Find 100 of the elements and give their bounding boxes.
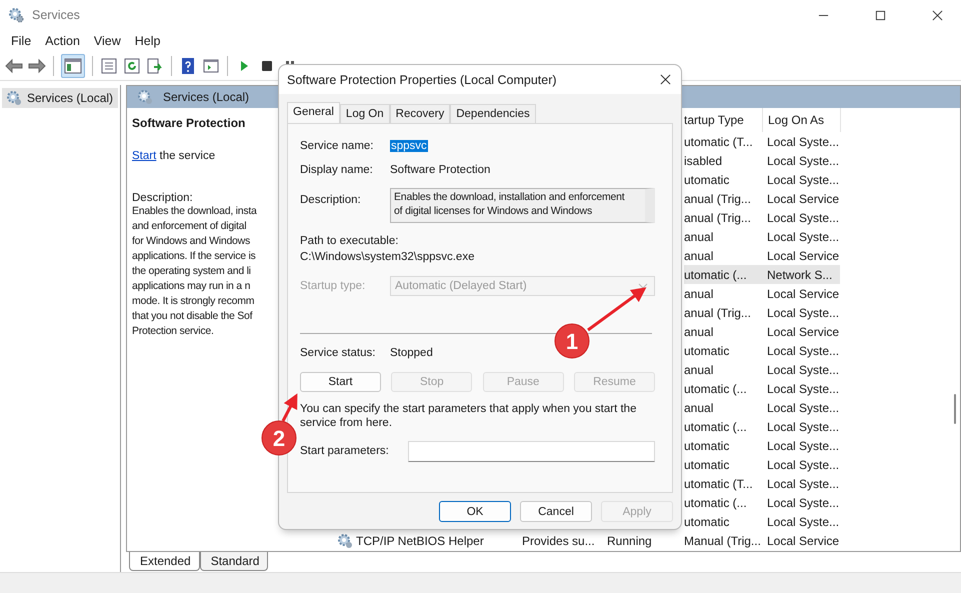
- description-box[interactable]: Enables the download, installation and enforcement of digital licenses for Windows and Windows: [390, 188, 655, 223]
- table-cell-text: Local Syste...: [766, 362, 840, 378]
- table-cell-text: anual (Trig...: [684, 304, 752, 322]
- table-cell-text: utomatic: [684, 438, 730, 454]
- table-cell-text: utomatic: [684, 514, 730, 530]
- field-label: Description:: [300, 194, 362, 206]
- console-tree-icon[interactable]: [61, 54, 85, 78]
- table-cell: Running: [607, 534, 652, 548]
- table-cell-text: Local Syste...: [766, 304, 840, 322]
- tree-item[interactable]: Services (Local): [2, 88, 118, 108]
- table-cell-text: Local Syste...: [766, 134, 840, 150]
- table-cell-text: utomatic (T...: [684, 476, 754, 492]
- dialog-tab[interactable]: Recovery: [390, 104, 450, 123]
- table-cell-text: utomatic (...: [684, 494, 748, 512]
- table-cell-text: Local Service: [766, 324, 840, 340]
- field-value: Software Protection: [390, 164, 490, 176]
- field-label: Service status:: [300, 347, 376, 359]
- gear-icon: [8, 7, 24, 23]
- field-value: Stopped: [390, 347, 433, 359]
- step-badge: 1: [554, 324, 590, 358]
- table-cell-text: Local Syste...: [766, 418, 840, 436]
- callout-arrow: [282, 393, 298, 422]
- export-icon[interactable]: [146, 57, 164, 75]
- table-cell-text: Local Syste...: [766, 456, 840, 474]
- close-icon[interactable]: [660, 74, 671, 85]
- menu-item[interactable]: View: [86, 34, 128, 48]
- forward-icon[interactable]: [28, 57, 46, 75]
- table-cell-text: utomatic (T...: [684, 134, 754, 150]
- table-cell-text: anual: [684, 248, 714, 264]
- refresh-icon[interactable]: [123, 57, 141, 75]
- table-cell: Network S...: [762, 265, 840, 284]
- dialog-title: Software Protection Properties (Local Computer): [287, 72, 557, 86]
- table-cell-text: Local Syste...: [766, 172, 840, 188]
- field-label: Startup type:: [300, 280, 366, 292]
- table-cell-text: Local Syste...: [766, 210, 840, 226]
- maximize-icon[interactable]: [875, 10, 886, 20]
- table-cell-text: Local Syste...: [766, 514, 840, 530]
- table-cell-text: Local Syste...: [766, 494, 840, 512]
- window-title: Services: [32, 8, 80, 22]
- table-cell-text: isabled: [684, 152, 724, 170]
- table-cell-text: anual: [684, 228, 714, 246]
- dialog-tab[interactable]: Dependencies: [450, 104, 536, 123]
- field-label: Path to executable:: [300, 235, 400, 249]
- start-link[interactable]: Start: [132, 150, 156, 162]
- table-cell-text: Local Service: [766, 532, 840, 550]
- table-cell-text: Local Syste...: [766, 152, 840, 170]
- dialog-tab[interactable]: General: [287, 102, 340, 123]
- service-title: Software Protection: [132, 116, 246, 130]
- menu-item[interactable]: Help: [128, 34, 168, 48]
- dialog-button[interactable]: OK: [439, 501, 511, 522]
- table-cell-text: utomatic: [684, 456, 730, 474]
- gear-icon: [337, 532, 353, 548]
- service-button[interactable]: Start: [300, 372, 381, 392]
- step-badge: 2: [262, 420, 296, 456]
- field-label: Display name:: [300, 164, 374, 176]
- table-cell-text: utomatic (...: [684, 418, 748, 436]
- table-cell-text: Local Service: [766, 248, 840, 264]
- dialog-tab[interactable]: Log On: [340, 104, 390, 123]
- gear-icon: [137, 89, 153, 105]
- table-cell: TCP/IP NetBIOS Helper: [356, 534, 484, 548]
- view-tab[interactable]: Standard: [200, 552, 268, 571]
- help-icon[interactable]: [179, 57, 197, 75]
- table-cell-text: Local Service: [766, 190, 840, 208]
- table-cell-text: anual: [684, 324, 714, 340]
- view-icon[interactable]: [202, 57, 220, 75]
- table-cell-text: anual: [684, 286, 714, 302]
- view-tab[interactable]: Extended: [129, 552, 200, 571]
- field-label: Start parameters:: [300, 445, 390, 457]
- table-cell-text: Manual (Trig...: [684, 532, 762, 550]
- column-header[interactable]: Log On As: [763, 108, 841, 132]
- table-cell-text: anual (Trig...: [684, 190, 752, 208]
- close-icon[interactable]: [932, 10, 943, 20]
- input-field[interactable]: [408, 440, 655, 462]
- description-label: Description:: [132, 192, 194, 204]
- pane-title: Services (Local): [163, 90, 250, 104]
- dialog-button[interactable]: Cancel: [520, 501, 592, 522]
- table-cell-text: Local Syste...: [766, 380, 840, 398]
- table-cell-text: Local Syste...: [766, 228, 840, 246]
- table-cell-text: Local Syste...: [766, 476, 840, 492]
- callout-arrow: [587, 287, 646, 332]
- properties-icon[interactable]: [100, 57, 118, 75]
- table-cell: Provides su...: [522, 534, 595, 548]
- action-text: the service: [160, 150, 216, 162]
- table-cell-text: Local Syste...: [766, 342, 840, 360]
- gear-icon: [6, 90, 22, 106]
- field-value: C:\Windows\system32\sppsvc.exe: [300, 251, 476, 265]
- table-cell-text: Local Syste...: [766, 400, 840, 416]
- back-icon[interactable]: [5, 57, 23, 75]
- field-label: Service name:: [300, 140, 375, 152]
- table-cell-text: Local Service: [766, 286, 840, 302]
- field-value: sppsvc: [390, 140, 428, 152]
- table-cell-text: utomatic (...: [684, 380, 748, 398]
- menu-item[interactable]: Action: [38, 34, 87, 48]
- table-cell: utomatic (...: [684, 265, 762, 284]
- table-cell-text: anual: [684, 400, 714, 416]
- menu-item[interactable]: File: [4, 34, 38, 48]
- table-cell-text: utomatic: [684, 172, 730, 188]
- table-cell-text: utomatic: [684, 342, 730, 360]
- chevron-icon: [638, 283, 648, 289]
- column-header[interactable]: tartup Type: [684, 108, 763, 132]
